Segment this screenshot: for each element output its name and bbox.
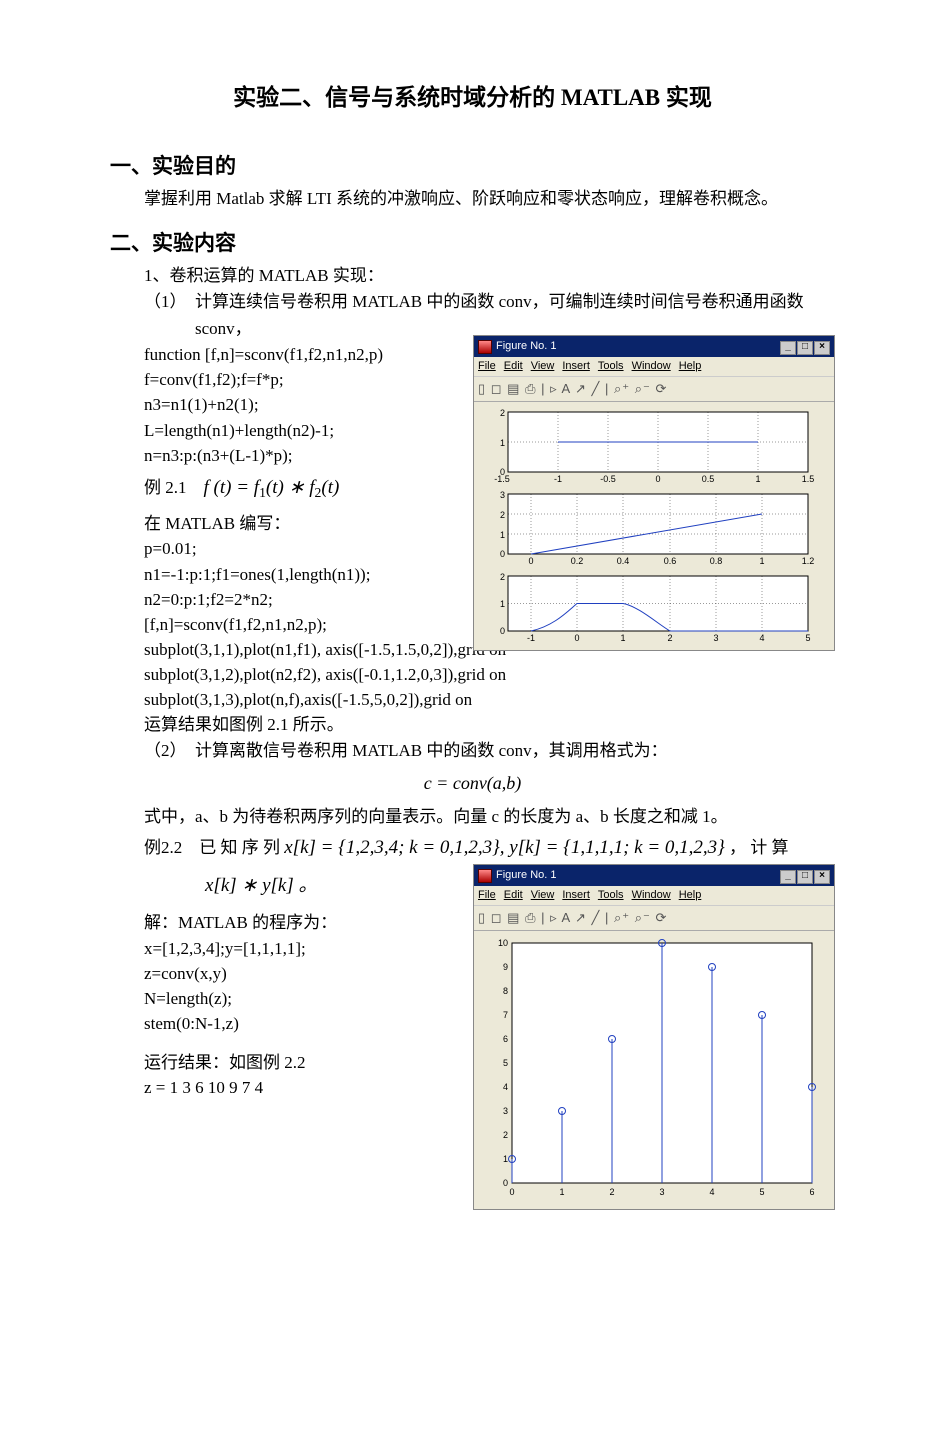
svg-text:1: 1 (500, 530, 505, 540)
svg-text:3: 3 (500, 490, 505, 500)
fig2-toolbar[interactable]: ▯ ◻ ▤ ⎙ | ▹ A ↗ ╱ | ⌕⁺ ⌕⁻ ⟳ (474, 905, 834, 931)
svg-text:-1: -1 (527, 633, 535, 643)
svg-text:3: 3 (659, 1187, 664, 1197)
svg-text:2: 2 (667, 633, 672, 643)
svg-text:1: 1 (755, 474, 760, 484)
svg-text:5: 5 (805, 633, 810, 643)
svg-text:9: 9 (503, 962, 508, 972)
svg-text:1.5: 1.5 (802, 474, 815, 484)
svg-text:1: 1 (559, 1187, 564, 1197)
matlab-figure-icon (478, 869, 492, 883)
result-2-1: 运算结果如图例 2.1 所示。 (144, 712, 835, 737)
fig1-title: Figure No. 1 (496, 338, 557, 355)
svg-text:4: 4 (759, 633, 764, 643)
svg-text:4: 4 (503, 1082, 508, 1092)
item-1: 1、卷积运算的 MATLAB 实现： (144, 263, 835, 289)
svg-text:1: 1 (759, 556, 764, 566)
svg-text:2: 2 (609, 1187, 614, 1197)
svg-text:1: 1 (503, 1154, 508, 1164)
svg-text:2: 2 (500, 408, 505, 418)
svg-text:2: 2 (500, 510, 505, 520)
matlab-figure-icon (478, 340, 492, 354)
equation-note: 式中，a、b 为待卷积两序列的向量表示。向量 c 的长度为 a、b 长度之和减 … (110, 804, 835, 830)
svg-text:0.2: 0.2 (571, 556, 584, 566)
svg-text:1.2: 1.2 (802, 556, 815, 566)
equation-conv: c = conv(a,b) (110, 770, 835, 798)
figure-window-1: Figure No. 1 _□× FileEditViewInsertTools… (473, 335, 835, 651)
svg-text:1: 1 (620, 633, 625, 643)
svg-text:0: 0 (655, 474, 660, 484)
svg-text:0: 0 (574, 633, 579, 643)
svg-text:1: 1 (500, 599, 505, 609)
page-title: 实验二、信号与系统时域分析的 MATLAB 实现 (110, 80, 835, 116)
svg-text:0: 0 (503, 1178, 508, 1188)
svg-text:-0.5: -0.5 (600, 474, 616, 484)
section-1-text: 掌握利用 Matlab 求解 LTI 系统的冲激响应、阶跃响应和零状态响应，理解… (110, 186, 835, 212)
fig2-menu[interactable]: FileEditViewInsertToolsWindowHelp (474, 886, 834, 905)
section-1-heading: 一、实验目的 (110, 150, 835, 183)
section-2-heading: 二、实验内容 (110, 227, 835, 260)
svg-text:3: 3 (713, 633, 718, 643)
svg-text:0: 0 (509, 1187, 514, 1197)
svg-text:6: 6 (809, 1187, 814, 1197)
subitem-2: （2） 计算离散信号卷积用 MATLAB 中的函数 conv，其调用格式为： (144, 738, 835, 764)
window-buttons[interactable]: _□× (779, 867, 830, 884)
fig2-stem-plot: 0 1 2 3 4 5 6 7 8 9 10 0 1 (478, 935, 828, 1205)
svg-text:0.4: 0.4 (617, 556, 630, 566)
svg-text:2: 2 (503, 1130, 508, 1140)
svg-text:7: 7 (503, 1010, 508, 1020)
example-2-2: 例2.2 已 知 序 列 x[k] = {1,2,3,4; k = 0,1,2,… (144, 834, 835, 862)
figure-window-2: Figure No. 1 _□× FileEditViewInsertTools… (473, 864, 835, 1210)
svg-text:3: 3 (503, 1106, 508, 1116)
svg-text:10: 10 (498, 938, 508, 948)
svg-text:1: 1 (500, 438, 505, 448)
fig1-plot: 2 1 0 -1.5 -1 -0.5 0 0.5 1 1.5 (478, 406, 828, 646)
svg-text:0.8: 0.8 (710, 556, 723, 566)
svg-text:0: 0 (500, 549, 505, 559)
svg-text:-1.5: -1.5 (494, 474, 510, 484)
svg-text:4: 4 (709, 1187, 714, 1197)
svg-text:0: 0 (528, 556, 533, 566)
svg-text:8: 8 (503, 986, 508, 996)
svg-text:5: 5 (503, 1058, 508, 1068)
fig1-toolbar[interactable]: ▯ ◻ ▤ ⎙ | ▹ A ↗ ╱ | ⌕⁺ ⌕⁻ ⟳ (474, 376, 834, 402)
svg-text:5: 5 (759, 1187, 764, 1197)
svg-text:6: 6 (503, 1034, 508, 1044)
svg-text:0.6: 0.6 (664, 556, 677, 566)
svg-text:0: 0 (500, 626, 505, 636)
window-buttons[interactable]: _□× (779, 338, 830, 355)
fig2-title: Figure No. 1 (496, 867, 557, 884)
svg-text:0.5: 0.5 (702, 474, 715, 484)
fig1-menu[interactable]: FileEditViewInsertToolsWindowHelp (474, 357, 834, 376)
svg-text:2: 2 (500, 572, 505, 582)
svg-text:-1: -1 (554, 474, 562, 484)
